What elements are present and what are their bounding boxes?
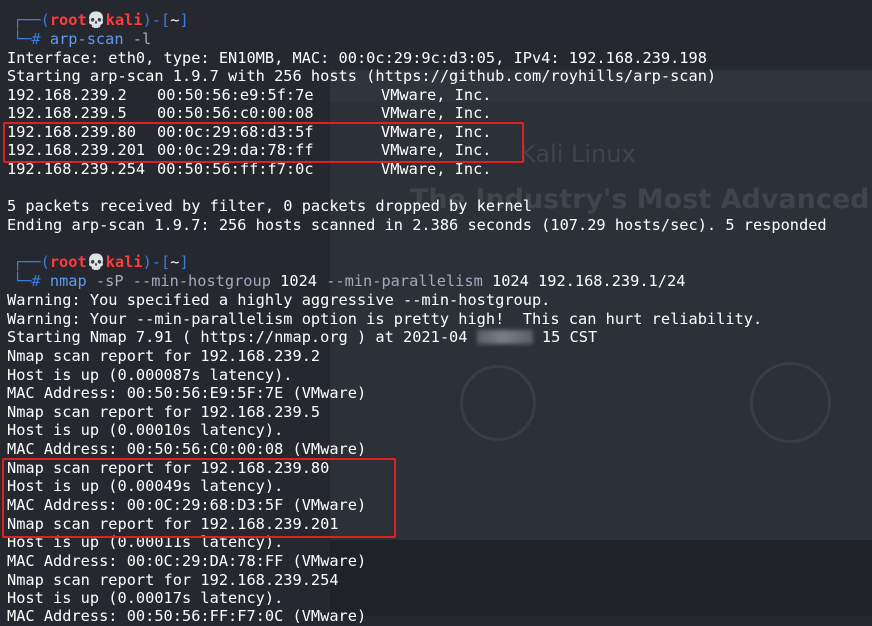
warning-line: Warning: Your --min-parallelism option i…: [7, 310, 763, 328]
host-mac: 00:0c:29:da:78:ff: [157, 141, 314, 159]
host-ip: 192.168.239.2: [7, 86, 127, 104]
terminal-window[interactable]: ┌──(root💀kali)-[~] └─# arp-scan -l Inter…: [0, 0, 872, 625]
nmap-output-line: Host is up (0.00010s latency).: [7, 421, 284, 439]
host-vendor: VMware, Inc.: [381, 104, 492, 122]
prompt-line-2: ┌──(root💀kali)-[~]: [13, 253, 189, 272]
prompt-host: kali: [105, 11, 143, 29]
host-mac: 00:50:56:ff:f7:0c: [157, 160, 314, 178]
arp-host-row: 192.168.239.201 00:0c:29:da:78:ff VMware, …: [7, 141, 492, 160]
command-option: -sP: [95, 272, 124, 290]
prompt-box-close: ]: [179, 11, 189, 29]
host-ip: 192.168.239.201: [7, 141, 146, 159]
host-vendor: VMware, Inc.: [381, 123, 492, 141]
nmap-start-text: Starting Nmap 7.91 ( https://nmap.org ) …: [7, 328, 468, 346]
command-option: --min-hostgroup: [132, 272, 271, 290]
prompt-box-close: ]: [179, 253, 189, 271]
nmap-start-line: Starting Nmap 7.91 ( https://nmap.org ) …: [7, 328, 597, 347]
command-line-2[interactable]: └─# nmap -sP --min-hostgroup 1024 --min-…: [13, 272, 685, 291]
output-line: 5 packets received by filter, 0 packets …: [7, 197, 532, 215]
command-args: -l: [132, 30, 152, 48]
nmap-output-line: Host is up (0.00011s latency).: [7, 533, 284, 551]
host-ip: 192.168.239.254: [7, 160, 146, 178]
output-line: Ending arp-scan 1.9.7: 256 hosts scanned…: [7, 216, 827, 234]
nmap-output-line: Nmap scan report for 192.168.239.80: [7, 459, 330, 477]
nmap-output-line: Nmap scan report for 192.168.239.5: [7, 403, 321, 421]
nmap-output-line: Host is up (0.00017s latency).: [7, 589, 284, 607]
nmap-output-line: Nmap scan report for 192.168.239.2: [7, 347, 321, 365]
host-vendor: VMware, Inc.: [381, 141, 492, 159]
redacted-date: [476, 330, 533, 344]
command-value: 1024: [280, 272, 317, 290]
prompt-hash: └─#: [13, 30, 41, 48]
host-ip: 192.168.239.80: [7, 123, 136, 141]
nmap-output-line: Nmap scan report for 192.168.239.254: [7, 571, 339, 589]
arp-host-row: 192.168.239.2 00:50:56:e9:5f:7e VMware, In…: [7, 86, 492, 105]
skull-icon: 💀: [86, 253, 106, 271]
prompt-separator: )-[: [142, 253, 171, 271]
prompt-box-open: ┌──(: [13, 253, 50, 271]
command-name: arp-scan: [49, 30, 124, 48]
host-mac: 00:0c:29:68:d3:5f: [157, 123, 314, 141]
command-name: nmap: [49, 272, 87, 290]
nmap-output-line: MAC Address: 00:0C:29:68:D3:5F (VMware): [7, 496, 367, 514]
prompt-hash: └─#: [13, 272, 41, 290]
command-option: --min-parallelism: [326, 272, 483, 290]
host-vendor: VMware, Inc.: [381, 160, 492, 178]
nmap-output-line: MAC Address: 00:50:56:FF:F7:0C (VMware): [7, 607, 367, 625]
host-vendor: VMware, Inc.: [381, 86, 492, 104]
nmap-output-line: Nmap scan report for 192.168.239.201: [7, 515, 339, 533]
prompt-separator: )-[: [142, 11, 171, 29]
output-line: Interface: eth0, type: EN10MB, MAC: 00:0…: [7, 49, 707, 67]
host-mac: 00:50:56:e9:5f:7e: [157, 86, 314, 104]
skull-icon: 💀: [86, 11, 106, 29]
prompt-host: kali: [105, 253, 143, 271]
warning-line: Warning: You specified a highly aggressi…: [7, 291, 551, 309]
host-mac: 00:50:56:c0:00:08: [157, 104, 314, 122]
prompt-box-open: ┌──(: [13, 11, 50, 29]
prompt-user: root: [49, 11, 87, 29]
nmap-output-line: MAC Address: 00:50:56:E9:5F:7E (VMware): [7, 384, 367, 402]
nmap-output-line: Host is up (0.000087s latency).: [7, 366, 293, 384]
output-line: Starting arp-scan 1.9.7 with 256 hosts (…: [7, 67, 717, 85]
nmap-output-line: MAC Address: 00:50:56:C0:00:08 (VMware): [7, 440, 367, 458]
nmap-output-line: Host is up (0.00049s latency).: [7, 477, 284, 495]
prompt-user: root: [49, 253, 87, 271]
arp-host-row: 192.168.239.5 00:50:56:c0:00:08 VMware, In…: [7, 104, 492, 123]
command-value: 1024 192.168.239.1/24: [492, 272, 686, 290]
nmap-start-timezone: 15 CST: [541, 328, 598, 346]
command-line-1[interactable]: └─# arp-scan -l: [13, 30, 151, 49]
arp-host-row: 192.168.239.254 00:50:56:ff:f7:0c VMware, …: [7, 160, 492, 179]
nmap-output-line: MAC Address: 00:0C:29:DA:78:FF (VMware): [7, 552, 367, 570]
prompt-line-1: ┌──(root💀kali)-[~]: [13, 11, 189, 30]
host-ip: 192.168.239.5: [7, 104, 127, 122]
arp-host-row: 192.168.239.80 00:0c:29:68:d3:5f VMware, I…: [7, 123, 492, 142]
